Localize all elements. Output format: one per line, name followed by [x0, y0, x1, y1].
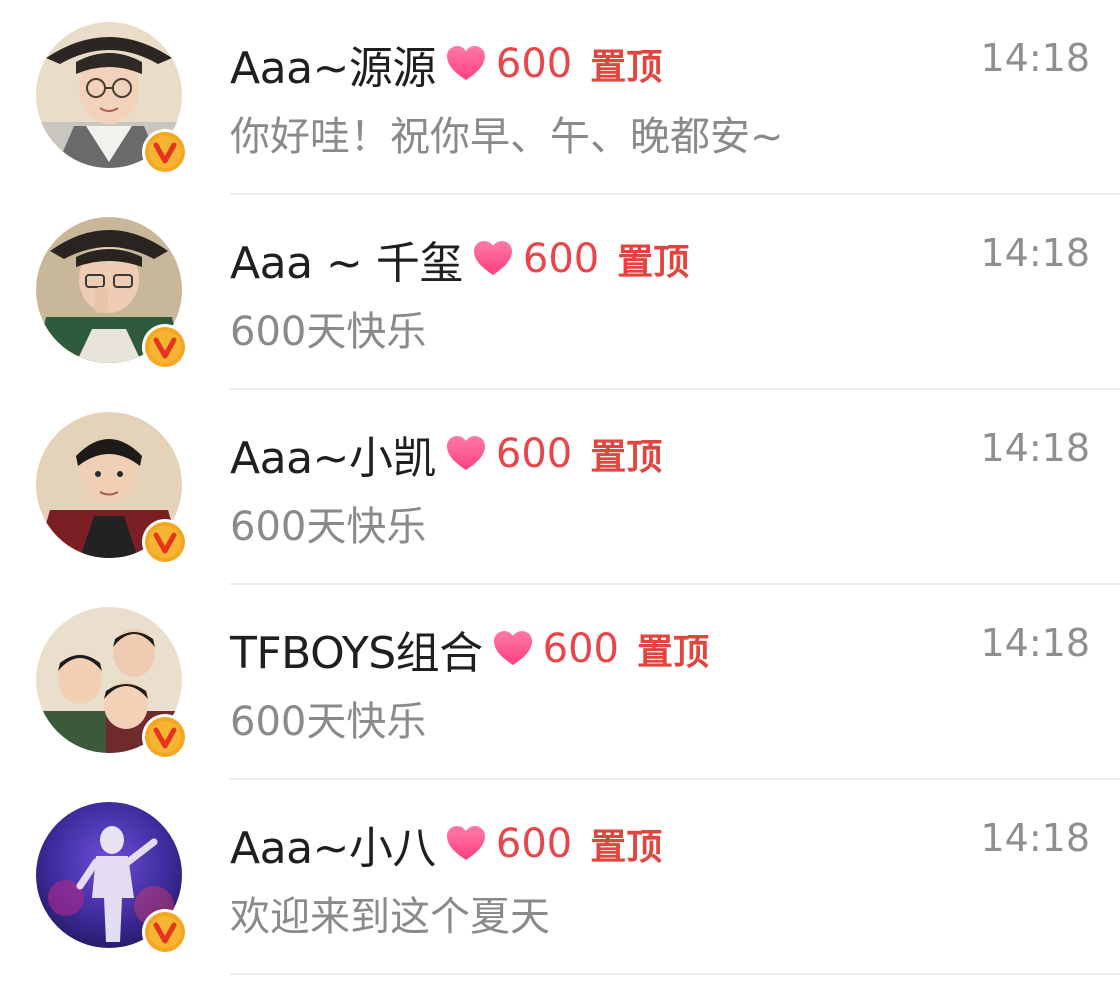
streak-count: 600 — [495, 431, 573, 477]
conversation-header: Aaa ~ 千玺 600 置顶 — [230, 229, 689, 289]
contact-name: Aaa~源源 — [230, 43, 436, 94]
timestamp: 14:18 — [980, 816, 1090, 860]
contact-name: Aaa~小凯 — [230, 433, 436, 484]
pinned-label: 置顶 — [590, 827, 663, 868]
timestamp: 14:18 — [980, 621, 1090, 665]
verified-badge-icon — [142, 129, 188, 175]
streak-count: 600 — [522, 236, 600, 282]
heart-icon — [471, 237, 515, 281]
conversation-row[interactable]: Aaa ~ 千玺 600 置顶 14:18 600天快乐 — [0, 195, 1120, 390]
contact-name: Aaa ~ 千玺 — [230, 238, 463, 289]
contact-name: TFBOYS组合 — [230, 628, 483, 679]
conversation-header: TFBOYS组合 600 置顶 — [230, 619, 709, 679]
streak-count: 600 — [495, 41, 573, 87]
message-preview: 600天快乐 — [230, 699, 427, 745]
heart-icon — [491, 627, 535, 671]
conversation-list: Aaa~源源 600 置顶 14:18 你好哇！祝你早、午、晚都安~ Aaa ~… — [0, 0, 1120, 986]
conversation-row[interactable]: Aaa~小凯 600 置顶 14:18 600天快乐 — [0, 390, 1120, 585]
heart-icon — [444, 42, 488, 86]
contact-name: Aaa~小八 — [230, 823, 436, 874]
heart-icon — [444, 432, 488, 476]
pinned-label: 置顶 — [617, 242, 690, 283]
message-preview: 你好哇！祝你早、午、晚都安~ — [230, 114, 784, 160]
message-preview: 600天快乐 — [230, 504, 427, 550]
conversation-row[interactable]: Aaa~小八 600 置顶 14:18 欢迎来到这个夏天 — [0, 780, 1120, 975]
timestamp: 14:18 — [980, 36, 1090, 80]
message-preview: 欢迎来到这个夏天 — [230, 894, 550, 940]
conversation-header: Aaa~小凯 600 置顶 — [230, 424, 662, 484]
conversation-row[interactable]: Aaa~源源 600 置顶 14:18 你好哇！祝你早、午、晚都安~ — [0, 0, 1120, 195]
heart-icon — [444, 822, 488, 866]
divider — [230, 973, 1120, 975]
pinned-label: 置顶 — [637, 632, 710, 673]
pinned-label: 置顶 — [590, 437, 663, 478]
timestamp: 14:18 — [980, 426, 1090, 470]
verified-badge-icon — [142, 909, 188, 955]
pinned-label: 置顶 — [590, 47, 663, 88]
conversation-row[interactable]: TFBOYS组合 600 置顶 14:18 600天快乐 — [0, 585, 1120, 780]
conversation-header: Aaa~小八 600 置顶 — [230, 814, 662, 874]
streak-count: 600 — [495, 821, 573, 867]
conversation-header: Aaa~源源 600 置顶 — [230, 34, 662, 94]
verified-badge-icon — [142, 714, 188, 760]
timestamp: 14:18 — [980, 231, 1090, 275]
streak-count: 600 — [542, 626, 619, 672]
verified-badge-icon — [142, 324, 188, 370]
message-preview: 600天快乐 — [230, 309, 427, 355]
verified-badge-icon — [142, 519, 188, 565]
